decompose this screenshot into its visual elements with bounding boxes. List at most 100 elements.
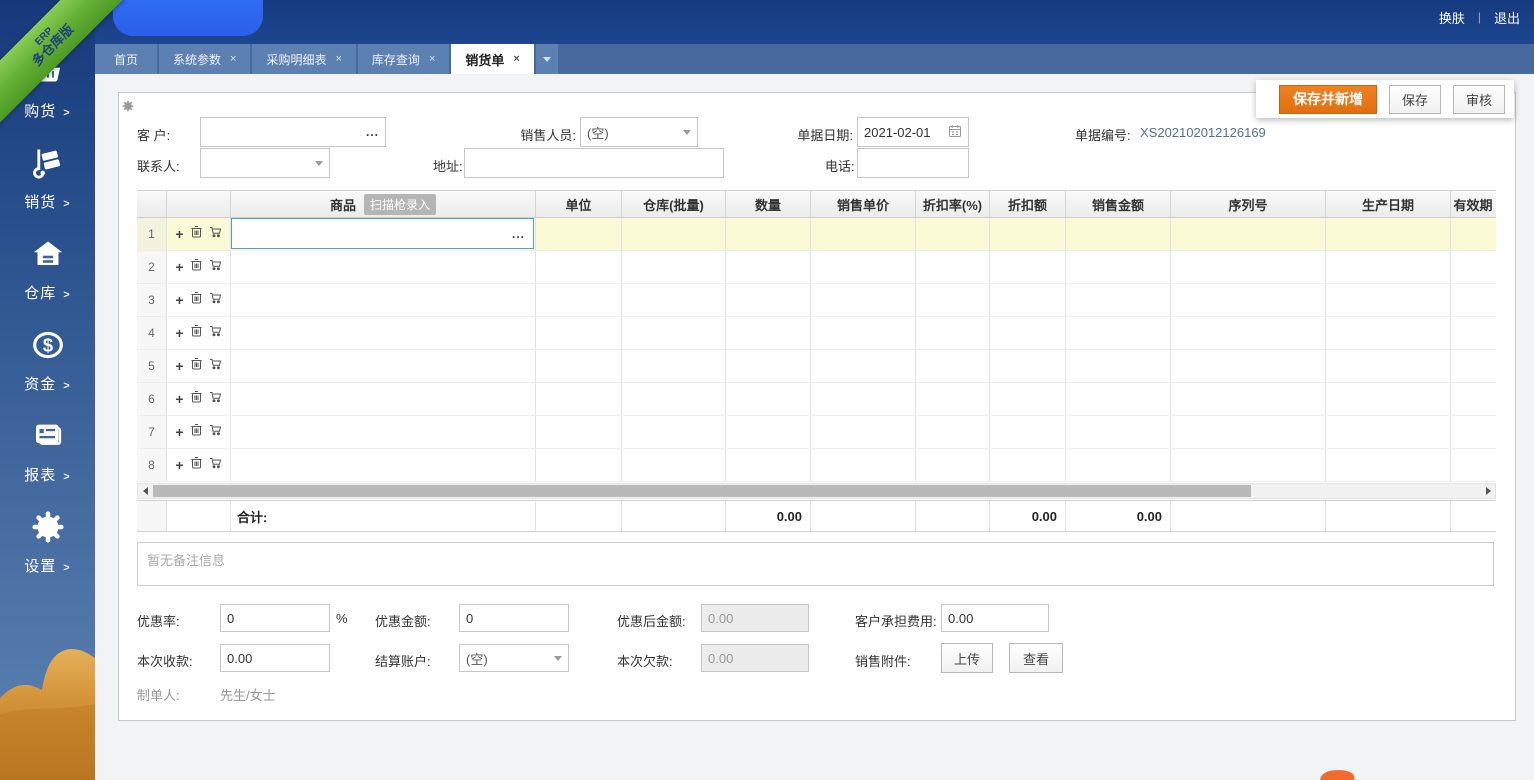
contact-select[interactable]	[200, 148, 330, 178]
scan-gun-entry-button[interactable]: 扫描枪录入	[364, 194, 436, 215]
add-row-icon[interactable]: +	[175, 425, 183, 439]
chevron-right-icon: >	[63, 562, 70, 574]
doc-date-label: 单据日期:	[773, 125, 853, 144]
discount-rate-input[interactable]	[220, 604, 330, 632]
row-number: 4	[137, 317, 167, 349]
sidebar-item-reports[interactable]: 报表>	[0, 419, 95, 485]
pick-product-cart-icon[interactable]	[209, 225, 222, 243]
panel-settings-gear-icon[interactable]	[122, 99, 134, 117]
tab-system-params[interactable]: 系统参数 ×	[159, 44, 250, 74]
settle-account-label: 结算账户:	[375, 651, 431, 670]
customer-fee-input[interactable]	[941, 604, 1049, 632]
column-header-prod-date: 生产日期	[1326, 191, 1451, 217]
table-row: 2 +	[137, 251, 1496, 284]
close-icon[interactable]: ×	[230, 53, 236, 65]
pick-product-cart-icon[interactable]	[209, 291, 222, 309]
tab-sales-order[interactable]: 销货单 ×	[451, 44, 533, 74]
wheat-field-image	[0, 620, 95, 780]
tab-stock-query[interactable]: 库存查询 ×	[358, 44, 449, 74]
change-skin-link[interactable]: 换肤	[1439, 8, 1465, 27]
close-icon[interactable]: ×	[335, 53, 341, 65]
pick-product-cart-icon[interactable]	[209, 258, 222, 276]
view-button[interactable]: 查看	[1009, 643, 1063, 673]
scroll-right-arrow[interactable]	[1481, 484, 1495, 498]
column-header-unit: 单位	[536, 191, 622, 217]
delete-row-icon[interactable]	[191, 357, 202, 375]
audit-button[interactable]: 审核	[1453, 85, 1505, 114]
sidebar-item-funds[interactable]: $ 资金>	[0, 328, 95, 394]
save-and-new-button[interactable]: 保存并新增	[1279, 85, 1377, 114]
delete-row-icon[interactable]	[191, 390, 202, 408]
row-number: 2	[137, 251, 167, 283]
logout-link[interactable]: 退出	[1494, 8, 1520, 27]
delete-row-icon[interactable]	[191, 423, 202, 441]
tab-home[interactable]: 首页	[95, 44, 157, 74]
settle-account-select[interactable]: (空)	[459, 644, 569, 672]
received-label: 本次收款:	[137, 651, 193, 670]
delete-row-icon[interactable]	[191, 225, 202, 243]
add-row-icon[interactable]: +	[175, 392, 183, 406]
sidebar-item-label: 设置	[24, 558, 56, 575]
doc-no-value: XS202102012126169	[1140, 125, 1266, 140]
delete-row-icon[interactable]	[191, 258, 202, 276]
column-header-serial-no: 序列号	[1171, 191, 1326, 217]
sidebar-item-settings[interactable]: 设置 >	[0, 510, 95, 576]
row-number-header	[137, 191, 167, 217]
salesperson-value: (空)	[587, 123, 609, 142]
sidebar-item-sales[interactable]: 销货>	[0, 146, 95, 212]
row-number: 8	[137, 449, 167, 481]
row-actions: +	[167, 350, 231, 382]
add-row-icon[interactable]: +	[175, 326, 183, 340]
scroll-left-arrow[interactable]	[138, 484, 152, 498]
address-label: 地址:	[433, 156, 463, 175]
pick-product-cart-icon[interactable]	[209, 423, 222, 441]
received-input[interactable]	[220, 644, 330, 672]
pick-product-cart-icon[interactable]	[209, 357, 222, 375]
add-row-icon[interactable]: +	[175, 458, 183, 472]
add-row-icon[interactable]: +	[175, 359, 183, 373]
tab-purchase-detail[interactable]: 采购明细表 ×	[252, 44, 355, 74]
product-input[interactable]: ...	[231, 218, 534, 249]
row-actions: +	[167, 251, 231, 283]
sidebar-item-warehouse[interactable]: 仓库>	[0, 237, 95, 303]
row-actions: +	[167, 383, 231, 415]
pick-product-cart-icon[interactable]	[209, 324, 222, 342]
upload-button[interactable]: 上传	[941, 643, 993, 673]
remark-textarea[interactable]	[137, 542, 1494, 586]
delete-row-icon[interactable]	[191, 456, 202, 474]
add-row-icon[interactable]: +	[175, 293, 183, 307]
customer-input[interactable]: ...	[200, 117, 386, 147]
row-number: 7	[137, 416, 167, 448]
discount-amount-input[interactable]	[459, 604, 569, 632]
scrollbar-thumb[interactable]	[153, 485, 1251, 497]
salesperson-select[interactable]: (空)	[580, 117, 698, 147]
pick-product-cart-icon[interactable]	[209, 456, 222, 474]
product-text-input[interactable]	[240, 225, 512, 242]
debt-label: 本次欠款:	[617, 651, 673, 670]
table-row: 7 +	[137, 416, 1496, 449]
pick-product-cart-icon[interactable]	[209, 390, 222, 408]
tab-list-dropdown[interactable]	[536, 44, 558, 74]
more-icon[interactable]: ...	[512, 227, 525, 241]
total-sales-amount: 0.00	[1137, 509, 1170, 524]
calendar-icon[interactable]	[948, 124, 962, 141]
chevron-down-icon	[554, 656, 562, 661]
save-button[interactable]: 保存	[1389, 85, 1441, 114]
table-row: 4 +	[137, 317, 1496, 350]
address-input[interactable]	[464, 148, 724, 178]
add-row-icon[interactable]: +	[175, 260, 183, 274]
tab-label: 销货单	[465, 50, 504, 69]
close-icon[interactable]: ×	[429, 53, 435, 65]
more-icon[interactable]: ...	[366, 125, 379, 139]
chevron-right-icon: >	[63, 198, 70, 210]
chevron-down-icon	[315, 161, 323, 166]
salesperson-label: 销售人员:	[496, 125, 576, 144]
phone-input[interactable]	[857, 148, 969, 178]
close-icon[interactable]: ×	[513, 53, 519, 65]
delete-row-icon[interactable]	[191, 291, 202, 309]
row-number: 5	[137, 350, 167, 382]
add-row-icon[interactable]: +	[175, 227, 183, 241]
delete-row-icon[interactable]	[191, 324, 202, 342]
report-icon	[31, 419, 65, 458]
doc-date-input[interactable]: 2021-02-01	[857, 117, 969, 147]
